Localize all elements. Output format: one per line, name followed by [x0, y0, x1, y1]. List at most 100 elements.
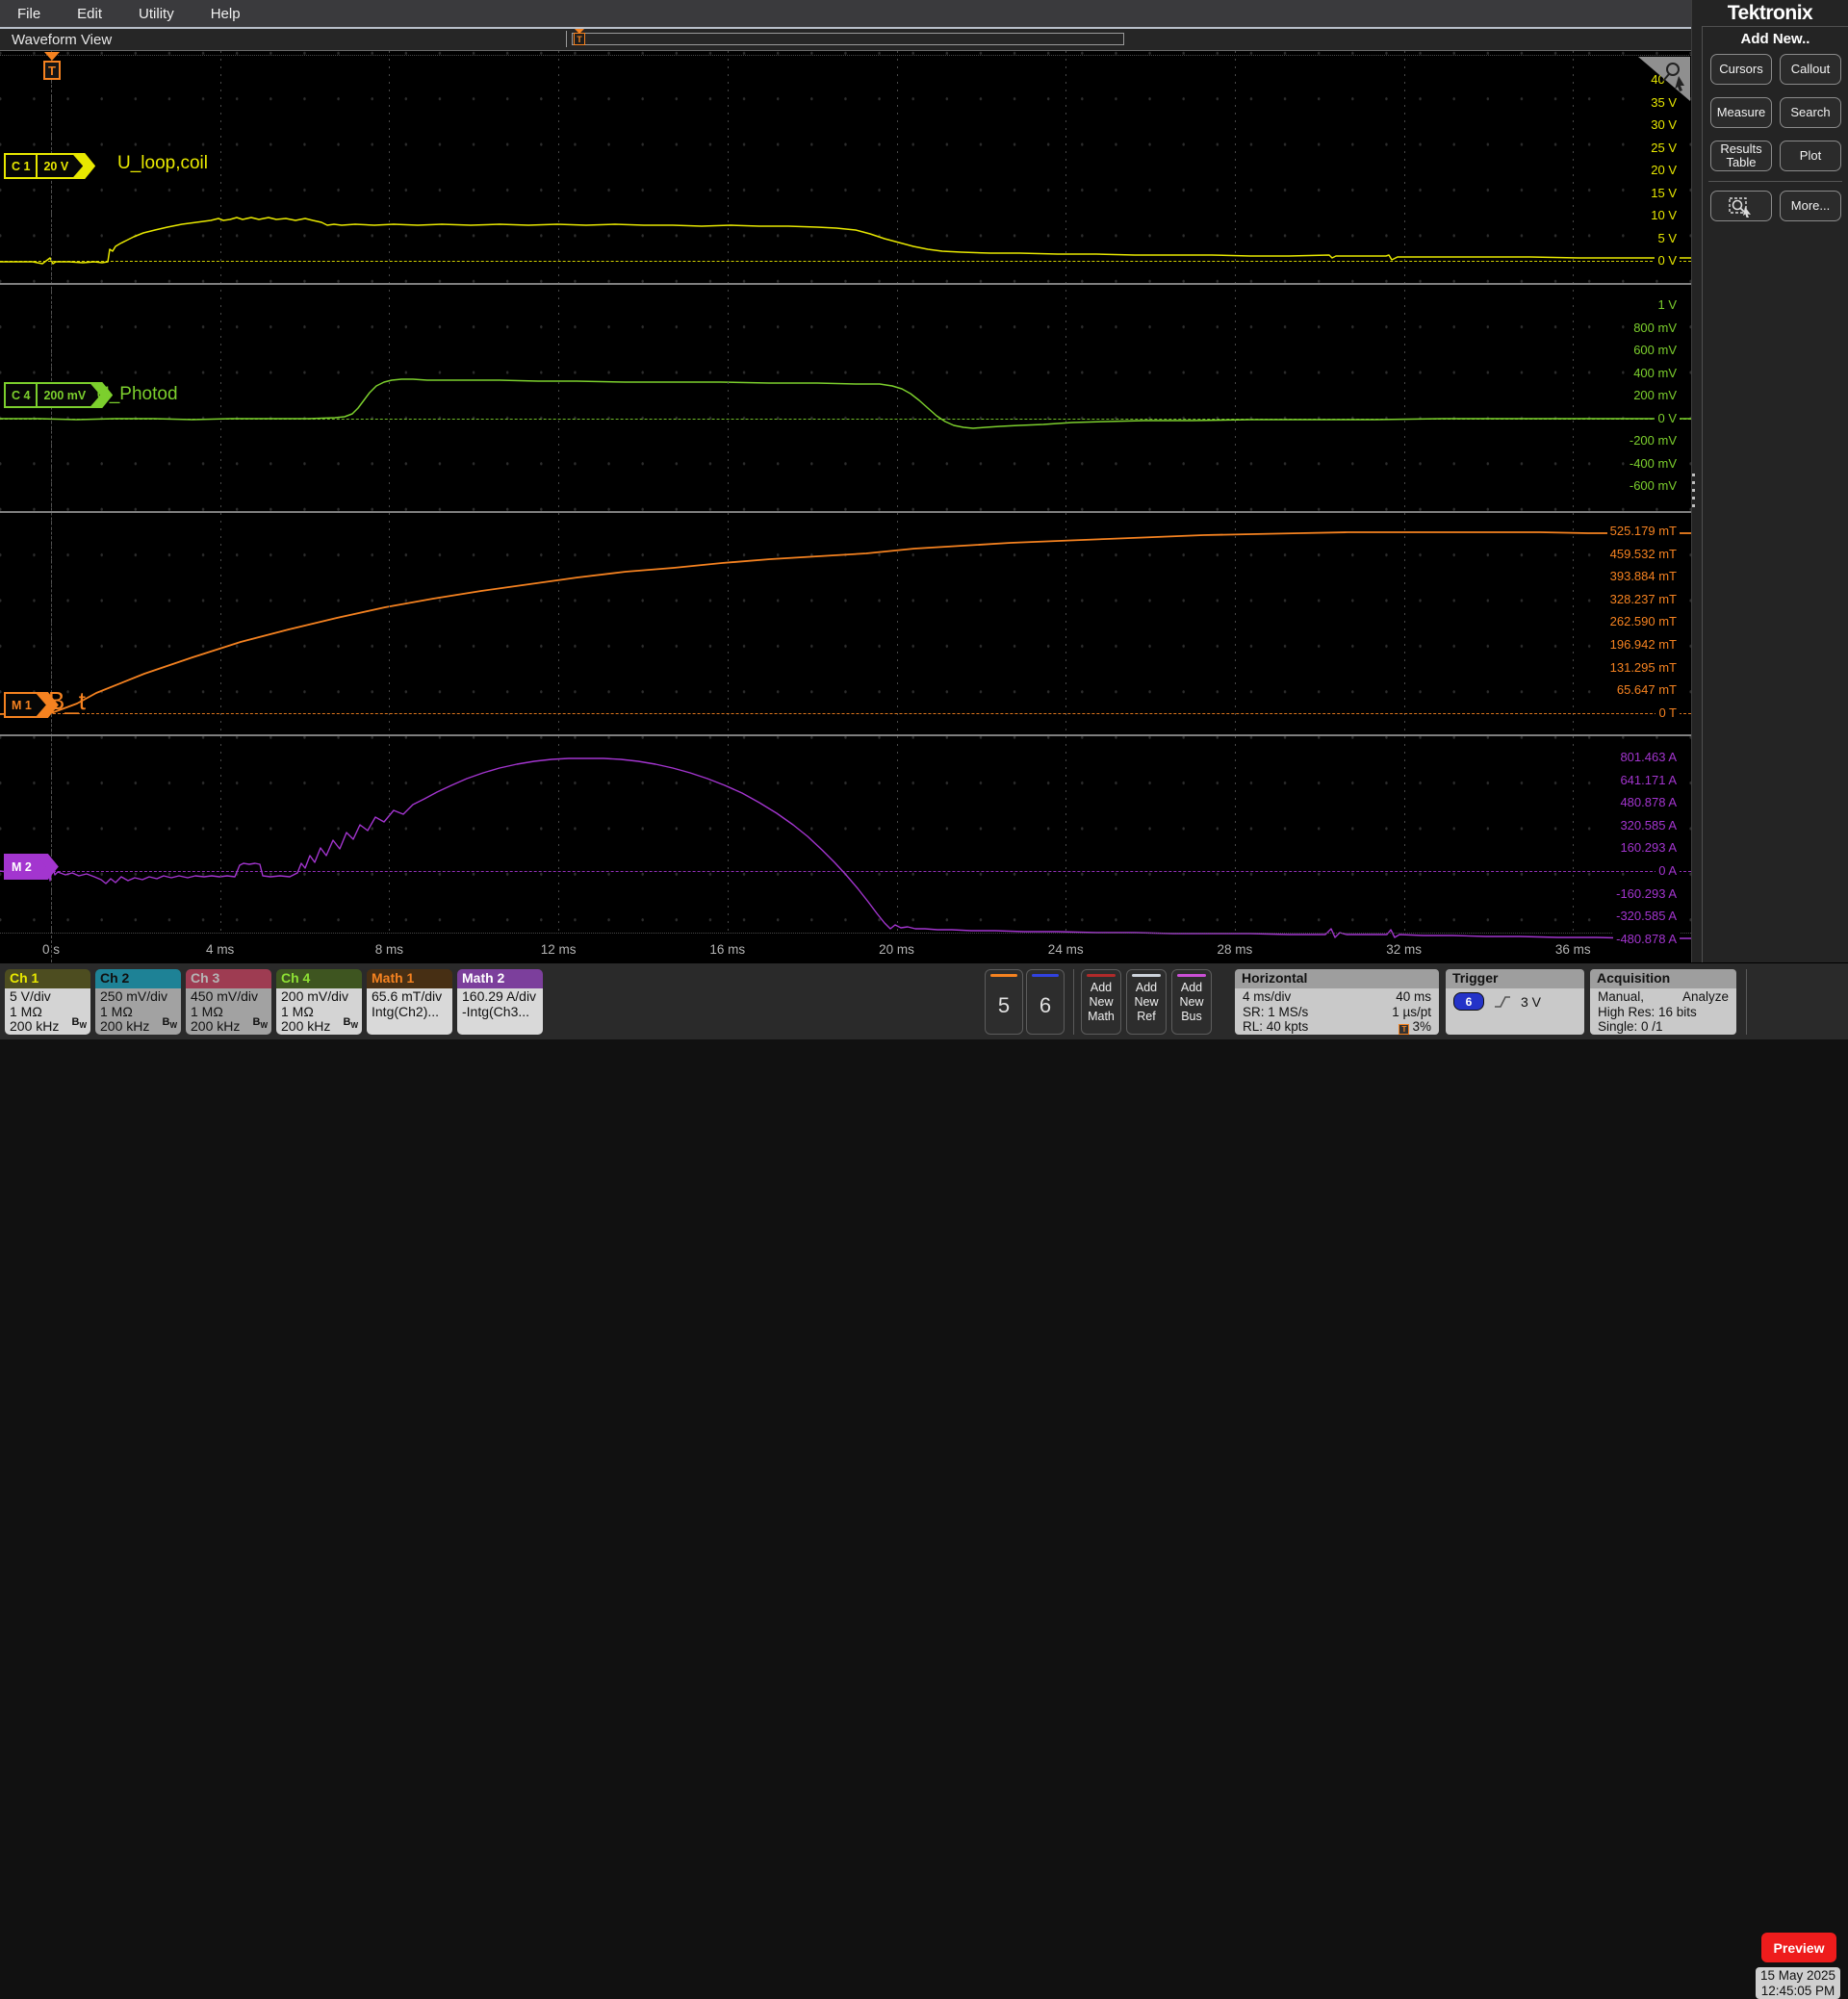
zero-reference-line-m2 [0, 871, 1691, 872]
add-new-callout-button[interactable]: Callout [1780, 54, 1841, 85]
bottom-settings-bar: Ch 15 V/div 1 MΩ 200 kHz BW Ch 2 250 mV/div 1 … [0, 962, 1848, 1999]
x-axis-label: 12 ms [540, 942, 577, 957]
y-axis-label-ch4: -600 mV [1626, 478, 1680, 494]
channel-badge-inner: M 2 [6, 856, 46, 878]
add-new-math-button[interactable]: Add New Math [1081, 969, 1121, 1035]
y-axis-label-ch4: 400 mV [1630, 366, 1680, 380]
y-axis-label-ch4: -200 mV [1626, 433, 1680, 448]
menu-help[interactable]: Help [211, 6, 241, 22]
preview-button[interactable]: Preview [1761, 1933, 1836, 1962]
waveform-view-title: Waveform View [12, 32, 113, 48]
channel-settings-ch2[interactable]: Ch 2 250 mV/div 1 MΩ 200 kHz BW [95, 969, 181, 1035]
channel-5-button[interactable]: 5 [985, 969, 1023, 1035]
menu-edit[interactable]: Edit [77, 6, 102, 22]
add-new-bus-button[interactable]: Add New Bus [1171, 969, 1212, 1035]
y-axis-label-m1: 0 T [1656, 705, 1680, 720]
acquisition-resolution: High Res: 16 bits [1598, 1004, 1697, 1019]
horizontal-row: RL: 40 kpts T 3% [1243, 1019, 1431, 1035]
badge-cell: M 2 [12, 859, 32, 874]
badge-cell: C 1 [12, 159, 31, 173]
channel-name: Ch 1 [5, 969, 90, 988]
y-axis-label-m1: 525.179 mT [1606, 524, 1680, 539]
time: 12:45:05 PM [1760, 1983, 1835, 1998]
add-new-search-button[interactable]: Search [1780, 97, 1841, 128]
slice-divider [0, 734, 1691, 736]
waveform-graticule[interactable]: 0 s 4 ms 8 ms 12 ms 16 ms 20 ms 24 ms 28 ms 32 m… [0, 50, 1691, 962]
channel-settings-body: 250 mV/div 1 MΩ 200 kHz BW [95, 988, 181, 1035]
record-view-left-cap [566, 31, 567, 47]
panel-splitter-handle[interactable] [1692, 474, 1695, 512]
y-axis-label-m1: 131.295 mT [1606, 660, 1680, 675]
acquisition-panel[interactable]: Acquisition Manual, Analyze High Res: 16… [1590, 969, 1736, 1035]
x-axis-label: 20 ms [879, 942, 914, 957]
channel-settings-ch1[interactable]: Ch 15 V/div 1 MΩ 200 kHz BW [5, 969, 90, 1035]
slice-divider [0, 511, 1691, 513]
gridline-vertical [727, 51, 729, 934]
channel-settings-body: 160.29 A/div -Intg(Ch3... [457, 988, 543, 1035]
trace-ch1 [0, 217, 1691, 265]
channel-settings-math2[interactable]: Math 2 160.29 A/div -Intg(Ch3... [457, 969, 543, 1035]
y-axis-label-m1: 459.532 mT [1606, 547, 1680, 561]
waveform-label-m1[interactable]: B_t [48, 686, 86, 716]
waveform-traces [0, 217, 1691, 939]
channel-badge-m2[interactable]: M 2 [4, 854, 59, 880]
button-color-stripe [1177, 974, 1206, 977]
trigger-source-badge: 6 [1453, 992, 1484, 1011]
zoom-select-button[interactable] [1710, 191, 1772, 221]
channel-color-stripe [990, 974, 1017, 977]
channel-settings-body: 450 mV/div 1 MΩ 200 kHz BW [186, 988, 271, 1035]
y-axis-label-m2: 641.171 A [1617, 773, 1680, 787]
zero-reference-line-m1 [0, 713, 1691, 714]
add-new-ref-button[interactable]: Add New Ref [1126, 969, 1167, 1035]
zoom-corner-icon[interactable] [1636, 55, 1691, 105]
channel-setting-row: 200 mV/div [281, 988, 349, 1004]
top-tick-row [0, 55, 1691, 56]
menu-utility[interactable]: Utility [139, 6, 174, 22]
y-axis-label-ch4: 800 mV [1630, 320, 1680, 335]
channel-settings-body: 5 V/div 1 MΩ 200 kHz BW [5, 988, 90, 1035]
channel-6-button[interactable]: 6 [1026, 969, 1065, 1035]
horizontal-value: 40 ms [1396, 989, 1431, 1004]
channel-setting-row: -Intg(Ch3... [462, 1003, 530, 1019]
y-axis-label-m2: 0 A [1656, 863, 1680, 879]
horizontal-panel[interactable]: Horizontal 4 ms/div 40 ms SR: 1 MS/s 1 µs/p… [1235, 969, 1439, 1035]
waveform-label-ch1[interactable]: U_loop,coil [117, 153, 208, 174]
y-axis-label-m2: 160.293 A [1617, 840, 1680, 856]
channel-settings-body: 65.6 mT/div Intg(Ch2)... [367, 988, 452, 1035]
channel-settings-ch3[interactable]: Ch 3 450 mV/div 1 MΩ 200 kHz BW [186, 969, 271, 1035]
channel-color-stripe [1032, 974, 1059, 977]
add-new-plot-button[interactable]: Plot [1780, 141, 1841, 171]
x-axis-label: 24 ms [1047, 942, 1084, 957]
y-axis-label-ch1: 10 V [1648, 208, 1680, 223]
trace-m2 [0, 757, 1691, 939]
horizontal-row: SR: 1 MS/s 1 µs/pt [1243, 1005, 1431, 1020]
horizontal-row: 4 ms/div 40 ms [1243, 989, 1431, 1005]
x-axis-label: 8 ms [374, 942, 404, 957]
badge-cell: 20 V [43, 159, 69, 173]
bottom-tick-row [0, 933, 1691, 934]
more-button[interactable]: More... [1780, 191, 1841, 221]
right-panel-divider [1708, 181, 1842, 182]
datetime-display[interactable]: 15 May 2025 12:45:05 PM [1756, 1967, 1840, 1999]
channel-settings-ch4[interactable]: Ch 4 200 mV/div 1 MΩ 200 kHz BW [276, 969, 362, 1035]
add-new-cursors-button[interactable]: Cursors [1710, 54, 1772, 85]
horizontal-panel-title: Horizontal [1235, 969, 1439, 988]
record-trigger-icon[interactable]: T [574, 33, 585, 45]
trace-m1 [0, 531, 1691, 715]
channel-badge-ch1[interactable]: C 1 20 V [4, 153, 95, 179]
channel-settings-body: 200 mV/div 1 MΩ 200 kHz BW [276, 988, 362, 1035]
trigger-panel[interactable]: Trigger 6 3 V [1446, 969, 1584, 1035]
record-view-scrollbar[interactable] [572, 33, 1124, 45]
y-axis-label-m2: 480.878 A [1617, 795, 1680, 810]
channel-name: Ch 3 [186, 969, 271, 988]
y-axis-label-ch1: 25 V [1648, 141, 1680, 155]
channel-settings-math1[interactable]: Math 1 65.6 mT/div Intg(Ch2)... [367, 969, 452, 1035]
rising-edge-icon [1495, 995, 1510, 1008]
add-new-results-table-button[interactable]: Results Table [1710, 141, 1772, 171]
add-new-measure-button[interactable]: Measure [1710, 97, 1772, 128]
waveform-label-ch4[interactable]: U_Photod [96, 384, 178, 405]
button-label: Add New Math [1088, 980, 1115, 1023]
gridline-vertical [558, 51, 560, 934]
menu-file[interactable]: File [17, 6, 40, 22]
trigger-flag-icon[interactable]: T [43, 61, 61, 80]
